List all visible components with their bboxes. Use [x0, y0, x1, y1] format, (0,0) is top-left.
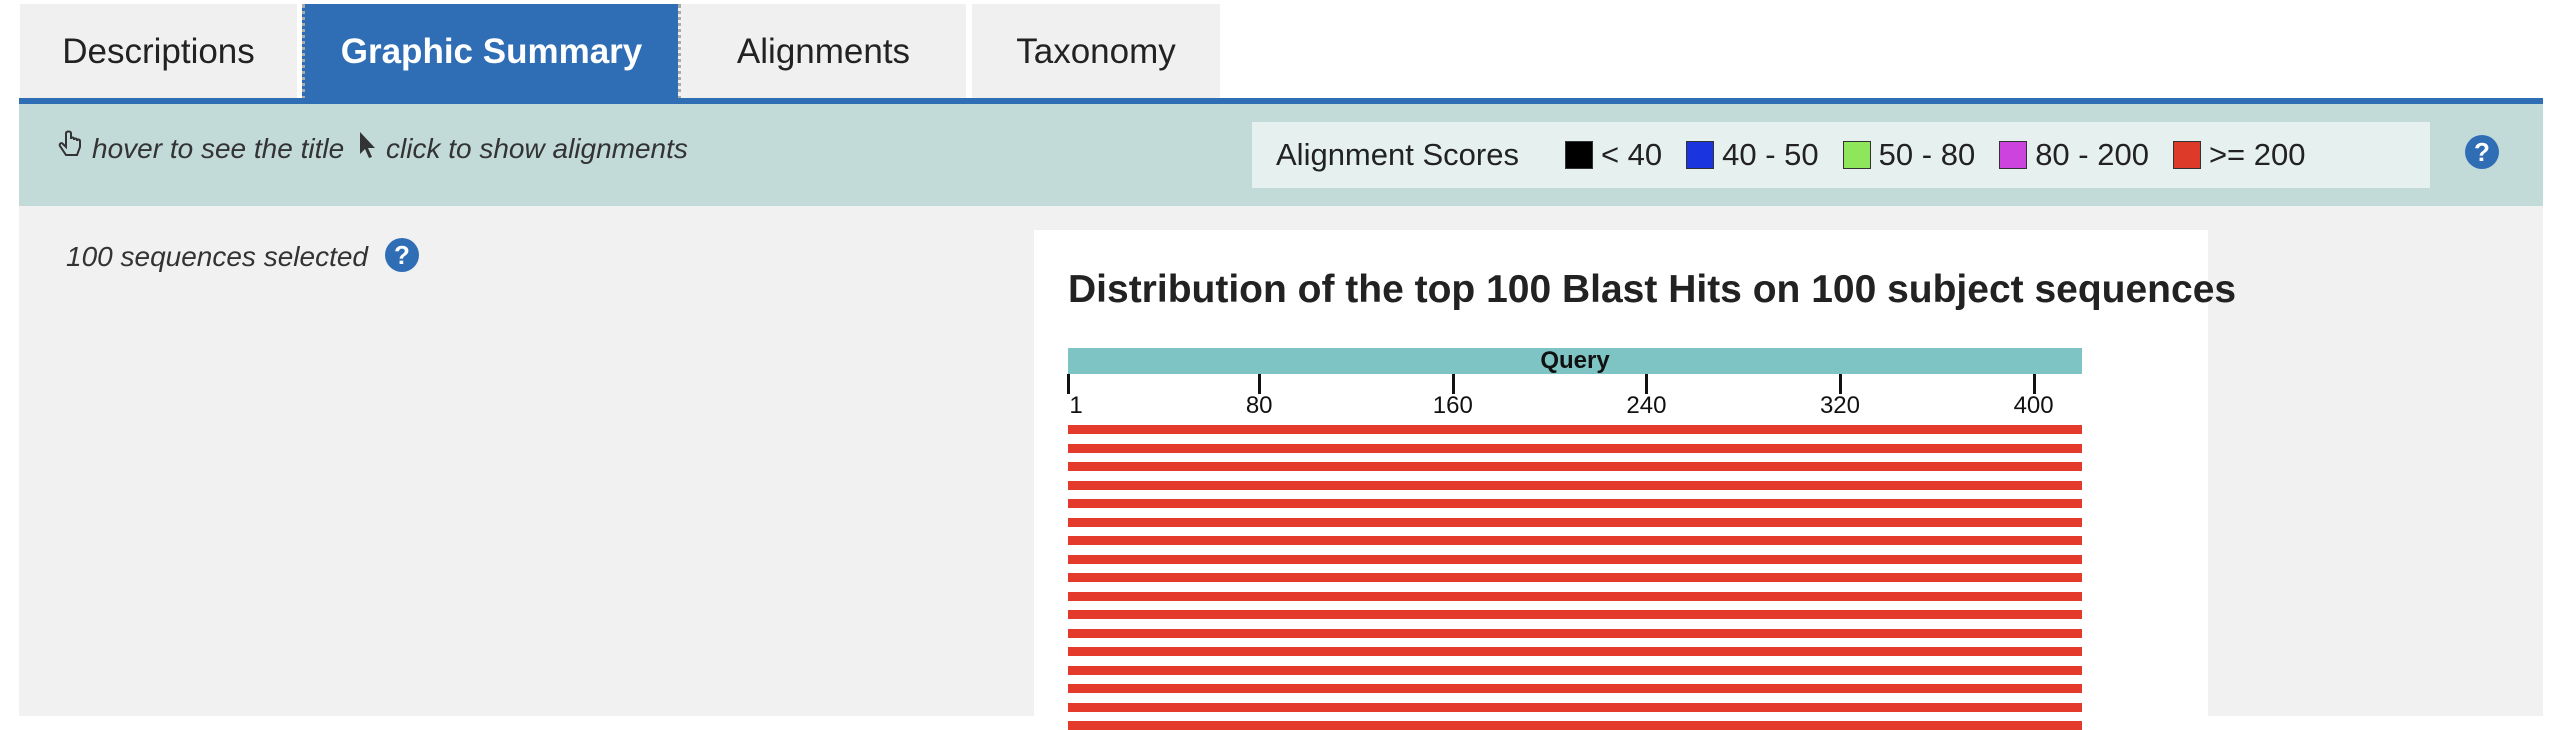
hit-bar[interactable] — [1068, 591, 2082, 601]
hand-pointer-icon — [58, 130, 84, 167]
alignment-scores-legend: Alignment Scores < 40 40 - 50 50 - 80 80… — [1252, 122, 2430, 188]
hit-bar[interactable] — [1068, 536, 2082, 545]
legend-label: >= 200 — [2208, 137, 2306, 172]
axis-tick-label: 160 — [1432, 392, 1473, 419]
click-hint: click to show alignments — [358, 130, 688, 167]
legend-item-lt40: < 40 — [1564, 137, 1663, 173]
axis-tick — [1645, 374, 1649, 394]
query-bar: Query — [1068, 347, 2082, 374]
hit-bar[interactable] — [1068, 480, 2082, 490]
hit-bar[interactable] — [1068, 721, 2082, 730]
hover-hint: hover to see the title — [58, 130, 344, 167]
legend-item-gte200: >= 200 — [2172, 137, 2306, 173]
legend-help-icon[interactable]: ? — [2465, 135, 2499, 169]
hit-bar[interactable] — [1068, 499, 2082, 508]
axis-tick-label: 1 — [1069, 392, 1083, 419]
sequences-selected-text: 100 sequences selected — [66, 241, 368, 272]
hit-bar[interactable] — [1068, 665, 2082, 675]
axis-tick-label: 240 — [1626, 392, 1667, 419]
legend-label: 50 - 80 — [1878, 137, 1976, 172]
hit-bar[interactable] — [1068, 628, 2082, 638]
axis-tick — [1838, 374, 1842, 394]
hit-bar[interactable] — [1068, 702, 2082, 712]
axis-tick-label: 400 — [2013, 392, 2054, 419]
legend-item-50-80: 50 - 80 — [1842, 137, 1976, 173]
chart-title: Distribution of the top 100 Blast Hits o… — [1068, 268, 2237, 311]
legend-swatch — [1564, 141, 1593, 169]
tab-taxonomy[interactable]: Taxonomy — [972, 4, 1220, 100]
selection-help-icon[interactable]: ? — [385, 238, 419, 272]
click-hint-text: click to show alignments — [386, 132, 688, 164]
hit-bar[interactable] — [1068, 647, 2082, 656]
axis-tick — [1258, 374, 1262, 394]
hit-bar[interactable] — [1068, 517, 2082, 527]
hit-bar[interactable] — [1068, 573, 2082, 582]
axis-tick-label: 80 — [1245, 392, 1273, 419]
legend-item-40-50: 40 - 50 — [1686, 137, 1819, 173]
hit-bar[interactable] — [1068, 443, 2082, 453]
axis-tick-label: 320 — [1819, 392, 1861, 419]
legend-label: 40 - 50 — [1722, 137, 1819, 172]
legend-label: 80 - 200 — [2035, 137, 2149, 172]
query-label: Query — [1540, 347, 1610, 374]
hit-bar[interactable] — [1068, 462, 2082, 471]
legend-item-80-200: 80 - 200 — [1999, 137, 2149, 173]
hit-bar[interactable] — [1068, 554, 2082, 564]
tab-graphic-summary[interactable]: Graphic Summary — [302, 4, 678, 100]
tab-alignments[interactable]: Alignments — [678, 4, 966, 100]
legend-swatch — [1999, 141, 2028, 169]
legend-swatch — [1686, 141, 1715, 169]
tab-descriptions[interactable]: Descriptions — [20, 4, 297, 100]
axis-tick — [1067, 374, 1070, 394]
legend-swatch — [2172, 141, 2201, 169]
hit-bar[interactable] — [1068, 684, 2082, 693]
hit-bar[interactable] — [1068, 610, 2082, 619]
legend-swatch — [1842, 141, 1871, 169]
axis-tick — [1451, 374, 1455, 394]
hit-bar[interactable] — [1068, 425, 2082, 434]
legend-title: Alignment Scores — [1276, 137, 1519, 172]
axis-tick — [2032, 374, 2036, 394]
hover-hint-text: hover to see the title — [92, 132, 345, 164]
legend-label: < 40 — [1600, 137, 1663, 172]
cursor-arrow-icon — [358, 130, 378, 167]
